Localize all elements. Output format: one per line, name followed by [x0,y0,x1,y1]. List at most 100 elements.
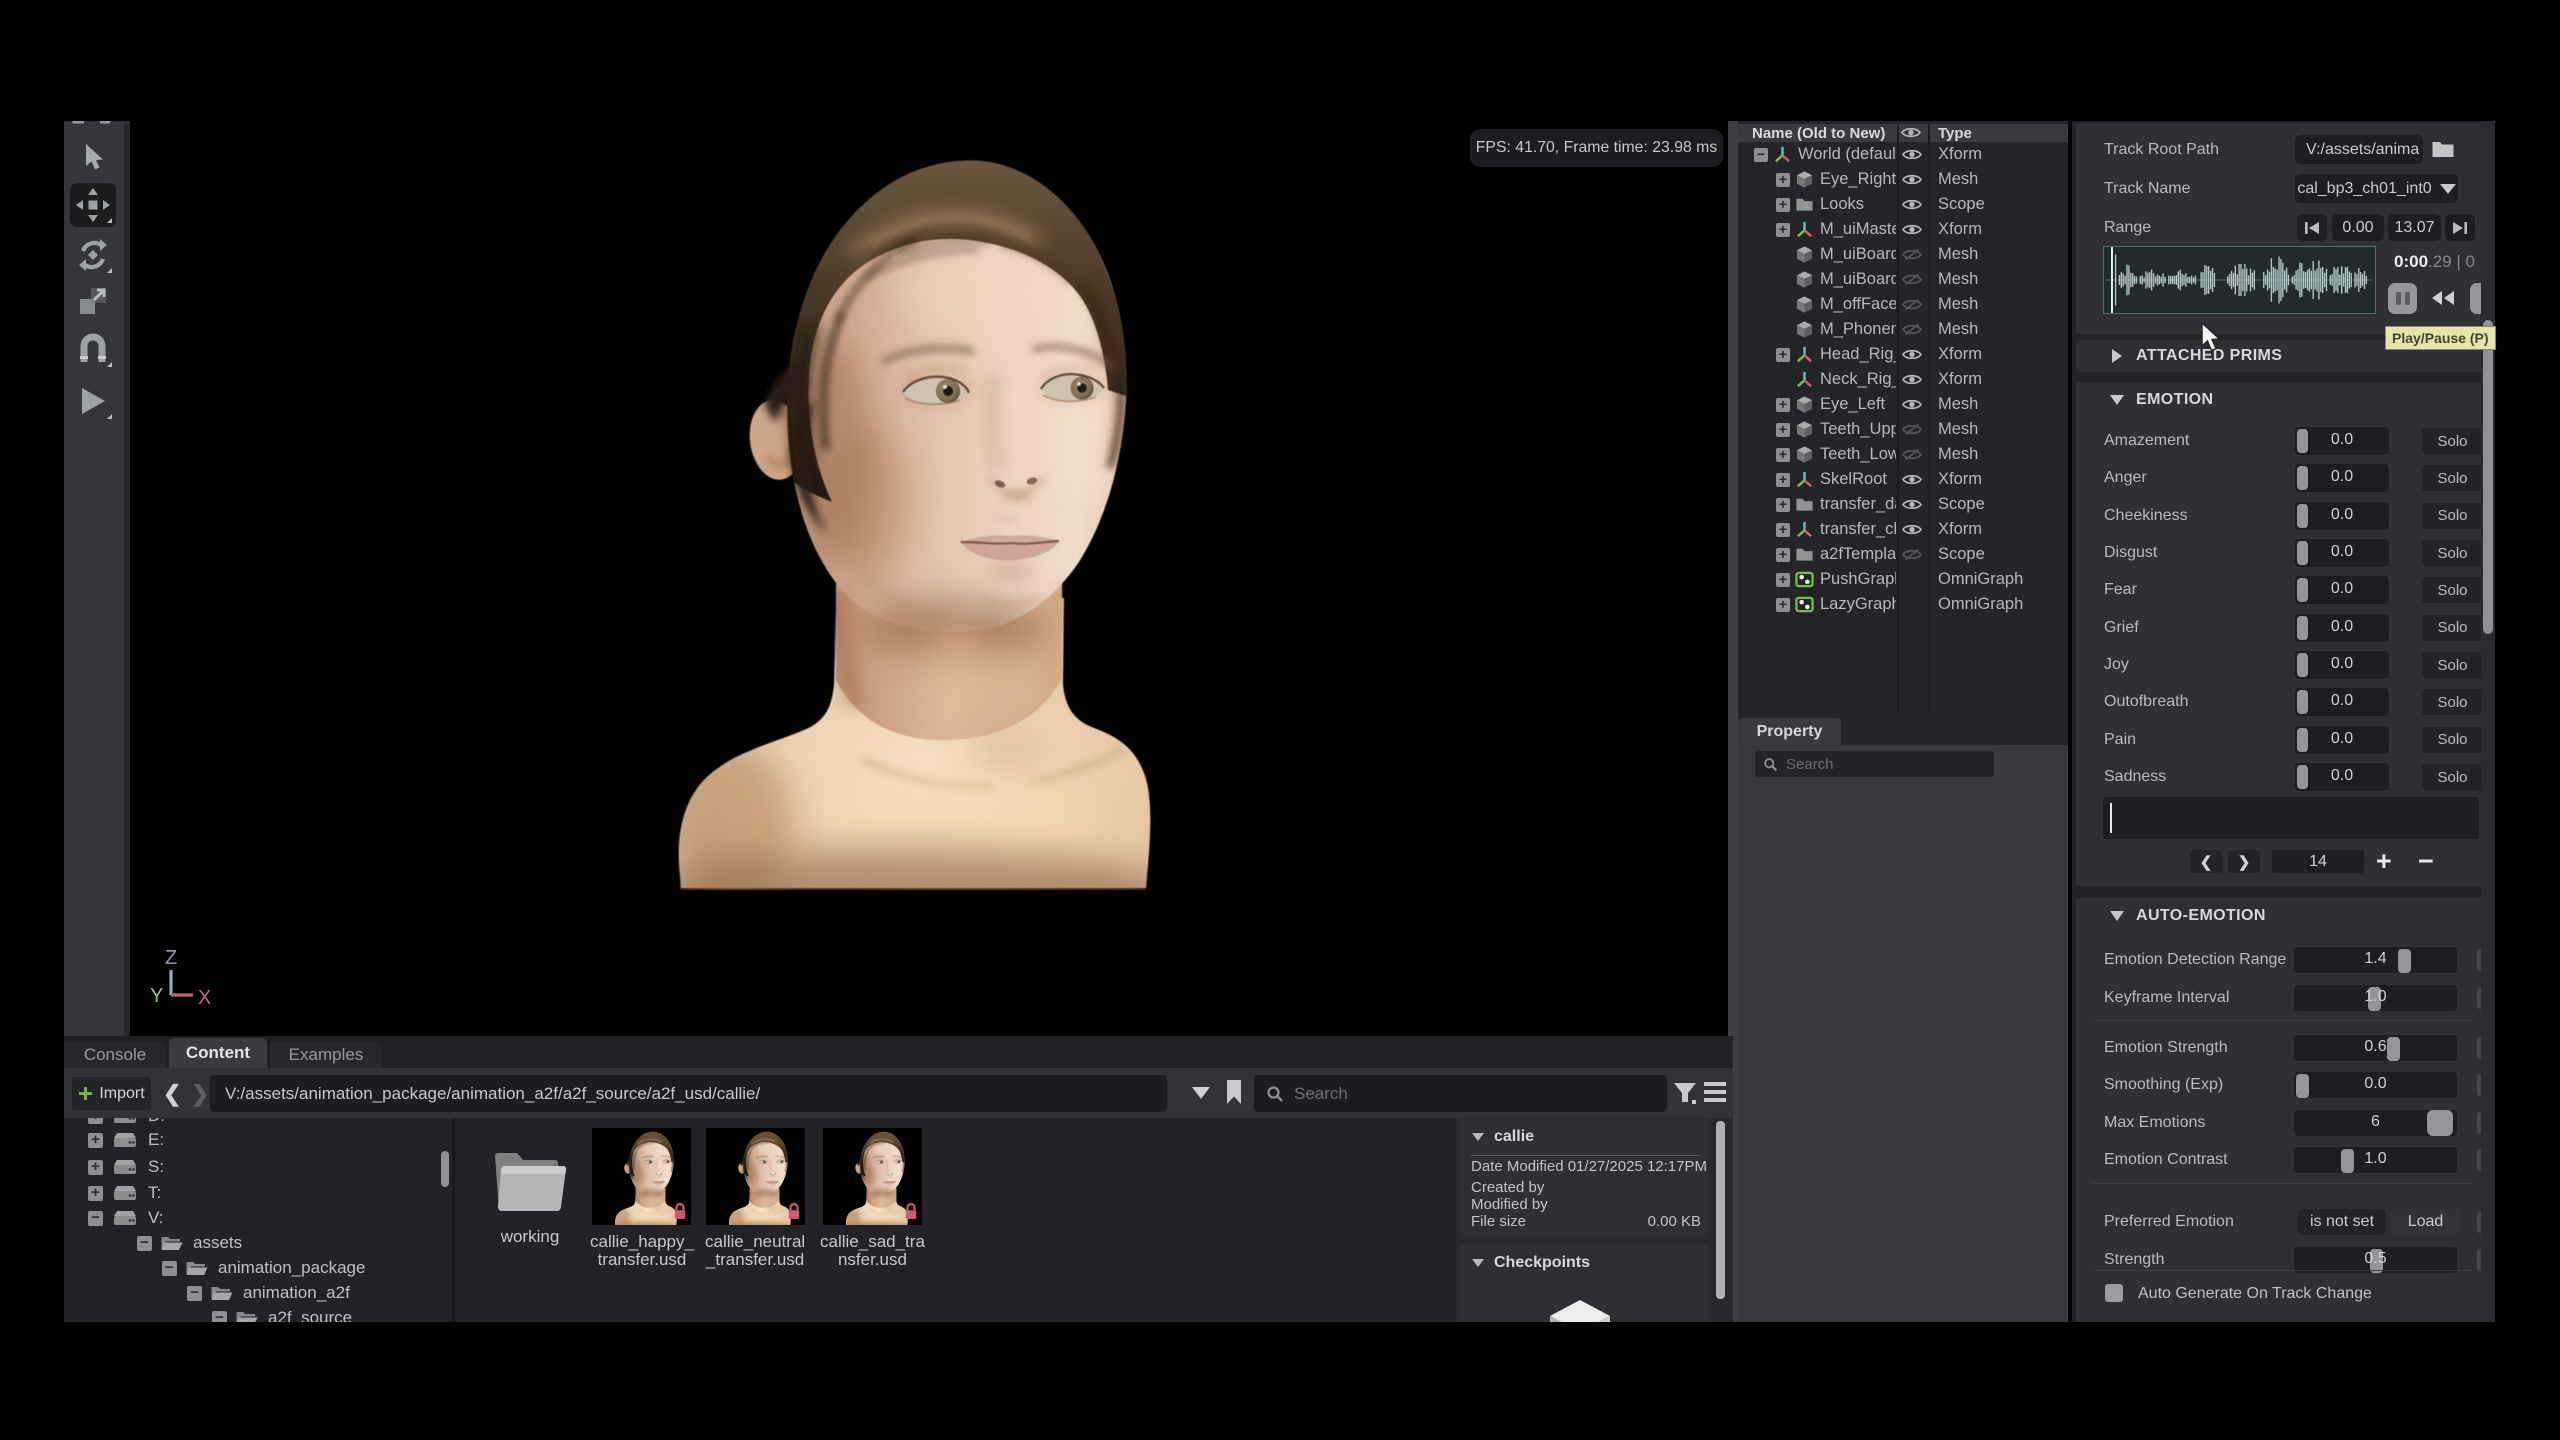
audio-waveform[interactable] [2103,246,2376,314]
tree-expander[interactable] [88,1211,103,1226]
stage-tree-row[interactable]: Neck_Rig_l Xform [1738,367,2068,392]
stage-expander[interactable] [1776,498,1790,512]
path-dropdown-icon[interactable] [1192,1087,1210,1099]
stage-tree-row[interactable]: World (default Xform [1738,142,2068,167]
move-tool-button[interactable] [70,183,116,227]
setting-slider[interactable]: 1.4 [2294,947,2457,973]
range-start-button[interactable] [2297,214,2327,241]
visibility-toggle[interactable] [1898,498,1926,511]
emotion-slider[interactable]: 0.0 [2295,651,2389,679]
file-item[interactable]: callie_neutral_transfer.usd [705,1128,805,1269]
select-tool-button[interactable] [70,135,116,179]
stage-expander[interactable] [1776,573,1790,587]
stage-header-name[interactable]: Name (Old to New) [1752,125,1885,142]
stage-tree-row[interactable]: M_offFace Mesh [1738,292,2068,317]
stage-tree-row[interactable]: a2fTempla Scope [1738,542,2068,567]
tree-row[interactable]: animation_package [64,1255,365,1281]
visibility-toggle[interactable] [1898,223,1926,236]
tree-row[interactable]: E: [64,1127,164,1153]
stage-expander[interactable] [1776,473,1790,487]
tree-row[interactable]: assets [64,1230,242,1256]
emotion-slider[interactable]: 0.0 [2295,464,2389,492]
stage-tree-row[interactable]: SkelRoot Xform [1738,467,2068,492]
range-end-button[interactable] [2445,214,2475,241]
solo-button[interactable]: Solo [2422,503,2483,529]
stage-expander[interactable] [1776,173,1790,187]
stage-tree-row[interactable]: M_uiBoard Mesh [1738,242,2068,267]
stage-tree-row[interactable]: Eye_Left Mesh [1738,392,2068,417]
stage-expander[interactable] [1776,523,1790,537]
visibility-toggle[interactable] [1898,248,1926,261]
nav-forward-button[interactable]: ❯ [191,1081,209,1107]
solo-button[interactable]: Solo [2422,577,2483,603]
emotion-slider[interactable]: 0.0 [2295,502,2389,530]
solo-button[interactable]: Solo [2422,465,2483,491]
keyframe-text-field[interactable] [2103,797,2479,839]
emotion-slider[interactable]: 0.0 [2295,614,2389,642]
stage-expander[interactable] [1776,598,1790,612]
visibility-toggle[interactable] [1898,473,1926,486]
collapse-icon[interactable] [1472,1133,1484,1141]
bookmark-icon[interactable] [1225,1079,1243,1105]
file-item[interactable]: callie_happy_transfer.usd [590,1128,694,1269]
solo-button[interactable]: Solo [2422,764,2483,790]
file-item[interactable]: callie_sad_transfer.usd [820,1128,925,1269]
tree-expander[interactable] [88,1160,103,1175]
setting-slider[interactable]: 0.6 [2294,1035,2457,1061]
content-search-input[interactable]: Search [1254,1075,1667,1112]
stage-expander[interactable] [1776,348,1790,362]
stage-header-type[interactable]: Type [1938,125,1972,142]
pause-button[interactable] [2388,283,2417,314]
solo-button[interactable]: Solo [2422,428,2483,454]
add-keyframe-button[interactable]: + [2376,847,2392,875]
details-scrollbar[interactable] [1716,1121,1725,1299]
visibility-toggle[interactable] [1898,348,1926,361]
stage-tree-row[interactable]: Teeth_Low Mesh [1738,442,2068,467]
tree-scrollbar[interactable] [441,1151,449,1187]
stage-tree-row[interactable]: Head_Rig_ Xform [1738,342,2068,367]
stage-tree-row[interactable]: LazyGraph OmniGraph [1738,592,2068,617]
visibility-toggle[interactable] [1898,523,1926,536]
visibility-toggle[interactable] [1898,423,1926,436]
auto-generate-checkbox[interactable] [2105,1284,2123,1302]
solo-button[interactable]: Solo [2422,540,2483,566]
tab-examples[interactable]: Examples [270,1042,382,1068]
emotion-slider[interactable]: 0.0 [2295,726,2389,754]
visibility-toggle[interactable] [1898,398,1926,411]
menu-icon[interactable] [1704,1082,1726,1102]
preferred-emotion-value[interactable]: is not set [2298,1209,2386,1235]
setting-slider[interactable]: 1.0 [2294,985,2457,1011]
next-keyframe-button[interactable]: ❯ [2228,850,2260,873]
prev-keyframe-button[interactable]: ❮ [2190,850,2222,873]
scrollbar-thumb[interactable] [2483,320,2493,634]
visibility-toggle[interactable] [1898,323,1926,336]
file-item[interactable]: working [485,1128,575,1246]
stage-tree-row[interactable]: M_Phonem Mesh [1738,317,2068,342]
expanded-arrow-icon[interactable] [2110,911,2124,921]
tree-row[interactable]: S: [64,1154,164,1180]
visibility-toggle[interactable] [1898,448,1926,461]
keyframe-count[interactable]: 14 [2272,850,2364,873]
tree-row[interactable]: V: [64,1205,163,1231]
tree-expander[interactable] [88,1133,103,1148]
stage-expander[interactable] [1776,548,1790,562]
tab-content[interactable]: Content [169,1038,267,1068]
track-root-path-field[interactable]: V:/assets/anima [2295,135,2423,164]
rotate-tool-button[interactable] [70,233,116,277]
solo-button[interactable]: Solo [2422,689,2483,715]
emotion-slider[interactable]: 0.0 [2295,427,2389,455]
stage-expander[interactable] [1776,448,1790,462]
solo-button[interactable]: Solo [2422,615,2483,641]
nav-back-button[interactable]: ❮ [163,1081,181,1107]
collapse-icon[interactable] [1472,1259,1484,1267]
visibility-toggle[interactable] [1898,373,1926,386]
tab-console[interactable]: Console [64,1042,166,1068]
load-button[interactable]: Load [2390,1209,2461,1235]
expanded-arrow-icon[interactable] [2110,395,2124,405]
stage-tree-row[interactable]: transfer_da Scope [1738,492,2068,517]
filter-icon[interactable] [1672,1080,1698,1106]
visibility-toggle[interactable] [1898,198,1926,211]
import-button[interactable]: Import [72,1077,151,1110]
stage-tree-row[interactable]: transfer_cl Xform [1738,517,2068,542]
tree-expander[interactable] [88,1118,103,1124]
